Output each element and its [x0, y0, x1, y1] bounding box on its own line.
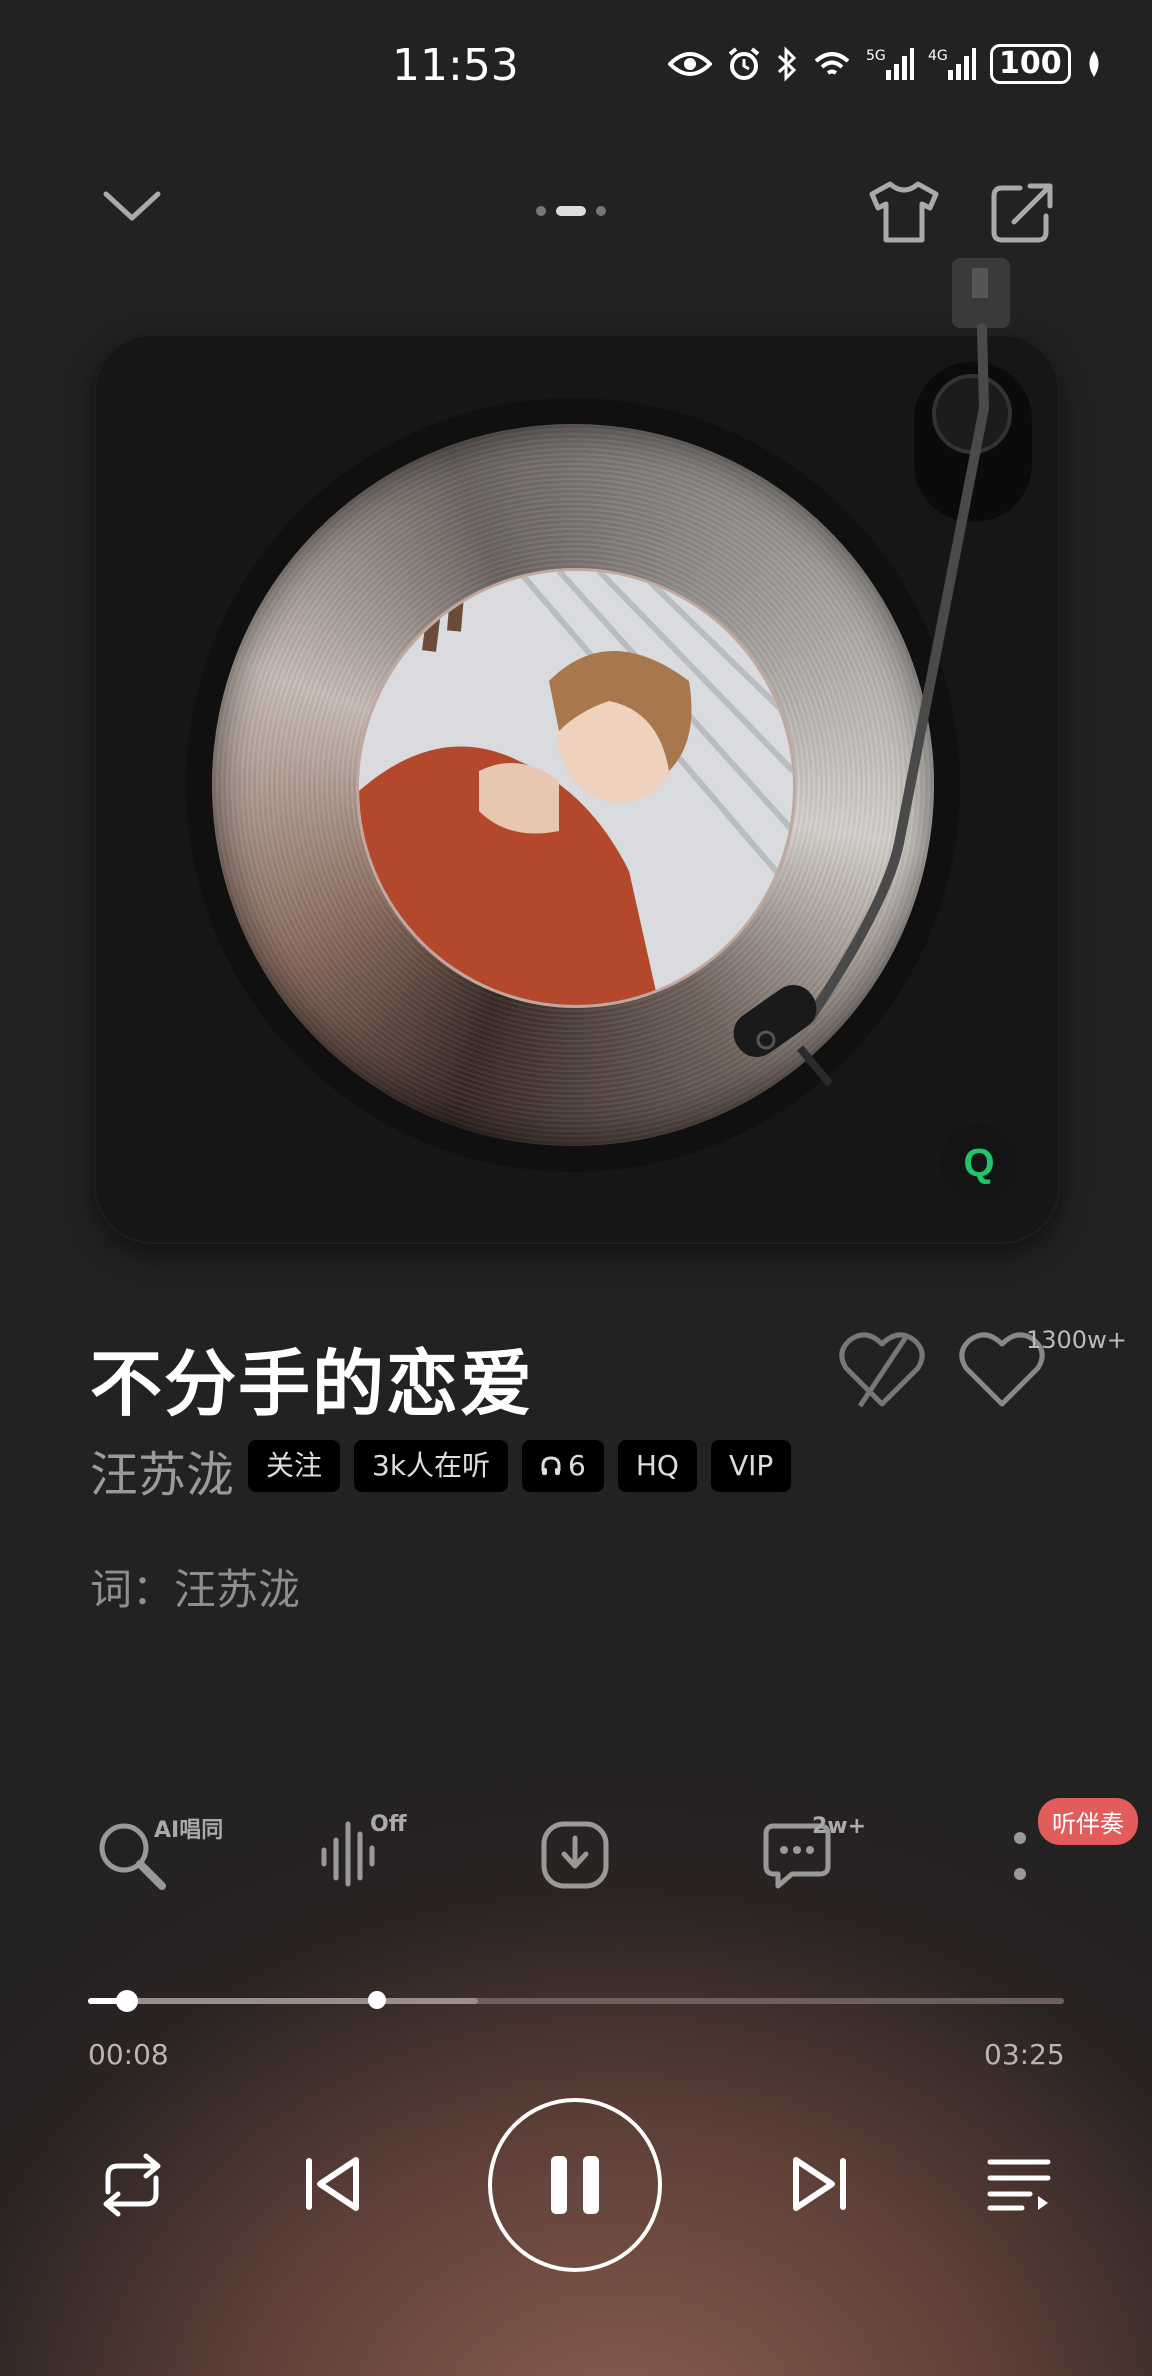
next-button[interactable]: [790, 2152, 850, 2220]
headphones-count: 6: [568, 1449, 586, 1482]
signal-4g-icon: 4G: [928, 48, 976, 80]
artist-name[interactable]: 汪苏泷: [90, 1435, 234, 1505]
current-time: 00:08: [88, 2038, 169, 2071]
collapse-button[interactable]: [100, 186, 164, 226]
playlist-icon: [987, 2159, 1051, 2211]
headphones-icon: [541, 1456, 561, 1475]
progress-knob[interactable]: [116, 1990, 139, 2012]
follow-button[interactable]: 关注: [248, 1440, 341, 1492]
theme-button[interactable]: [868, 180, 940, 244]
share-icon: [991, 183, 1053, 243]
skip-previous-icon: [306, 2157, 359, 2211]
repeat-icon: [103, 2153, 161, 2217]
page-dot: [536, 206, 546, 216]
playlist-button[interactable]: [986, 2156, 1052, 2216]
sound-effect-state: Off: [370, 1812, 407, 1837]
skip-next-icon: [793, 2157, 846, 2211]
wifi-icon: [814, 52, 850, 75]
svg-text:5G: 5G: [866, 48, 886, 64]
qq-music-logo: Q: [940, 1124, 1018, 1202]
bluetooth-icon: [777, 46, 797, 82]
download-icon: [541, 1821, 609, 1889]
album-art-image: [359, 571, 793, 1005]
eye-icon: [668, 52, 712, 76]
comment-count: 2w+: [812, 1814, 867, 1839]
highlight-marker[interactable]: [368, 1991, 386, 2009]
song-tags: 关注 3k人在听 6 HQ VIP: [248, 1440, 792, 1492]
tonearm[interactable]: [730, 258, 1050, 1098]
leaf-icon: [1089, 51, 1099, 77]
pause-icon: [551, 2156, 599, 2214]
headphones-tag[interactable]: 6: [522, 1440, 604, 1492]
share-button[interactable]: [990, 182, 1054, 244]
more-vertical-icon: [1014, 1832, 1026, 1880]
lyricist-credit: 词：汪苏泷: [90, 1565, 301, 1614]
status-icons: 5G 4G 100: [668, 44, 1103, 84]
quality-tag[interactable]: HQ: [617, 1440, 697, 1492]
vip-tag[interactable]: VIP: [710, 1440, 792, 1492]
song-title: 不分手的恋爱: [90, 1342, 535, 1426]
listeners-tag[interactable]: 3k人在听: [354, 1440, 509, 1492]
page-dot-active: [556, 206, 586, 216]
previous-button[interactable]: [302, 2152, 362, 2220]
like-count: 1300w+: [1026, 1326, 1127, 1354]
ai-sing-label: AI唱同: [154, 1818, 224, 1843]
repeat-button[interactable]: [94, 2150, 170, 2224]
download-button[interactable]: [540, 1820, 610, 1894]
page-indicator[interactable]: [536, 206, 606, 216]
svg-text:4G: 4G: [928, 48, 948, 64]
signal-5g-icon: 5G: [866, 48, 914, 80]
tshirt-icon: [869, 181, 939, 243]
broken-heart-icon: [839, 1332, 925, 1408]
alarm-icon: [728, 47, 760, 80]
page-dot: [596, 206, 606, 216]
more-button[interactable]: [1010, 1830, 1030, 1890]
accompaniment-badge[interactable]: 听伴奏: [1038, 1798, 1138, 1845]
status-time: 11:53: [392, 40, 519, 91]
total-time: 03:25: [984, 2038, 1065, 2071]
progress-buffered: [88, 1998, 479, 2004]
chevron-down-icon: [103, 191, 161, 221]
dislike-button[interactable]: [838, 1330, 926, 1414]
pause-button[interactable]: [488, 2098, 662, 2272]
battery-level: 100: [990, 44, 1071, 84]
